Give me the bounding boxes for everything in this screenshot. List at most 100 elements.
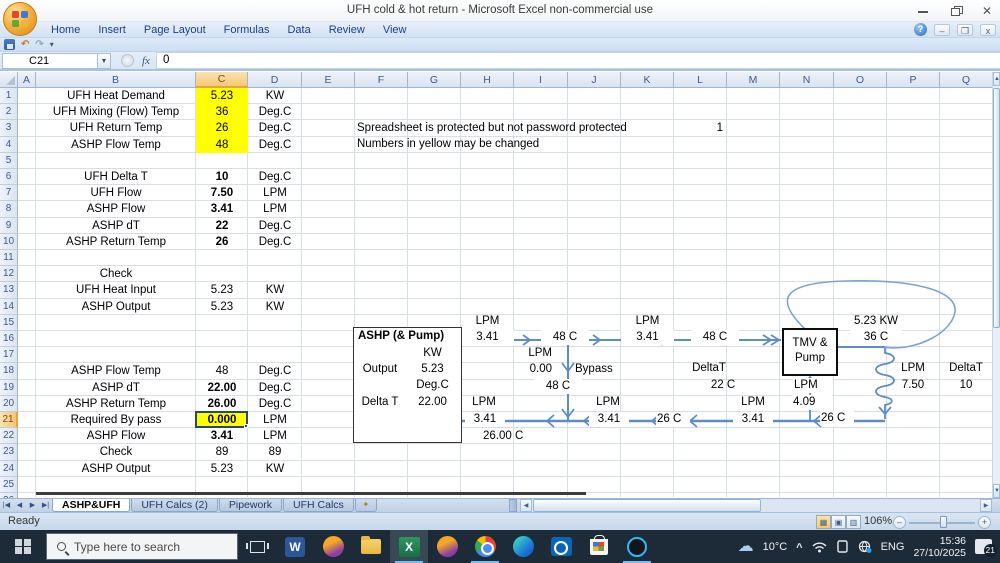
cell-D8[interactable]: LPM	[248, 201, 302, 217]
scroll-right-icon[interactable]: ▶	[980, 499, 992, 512]
ribbon-tab-insert[interactable]: Insert	[89, 22, 135, 38]
cell-B22[interactable]: ASHP Flow	[36, 428, 196, 444]
horizontal-scroll-thumb[interactable]	[533, 499, 761, 512]
column-header-D[interactable]: D	[248, 72, 302, 88]
store-button[interactable]	[580, 530, 618, 563]
sheet-tab-ashp-ufh[interactable]: ASHP&UFH	[52, 499, 131, 512]
normal-view-icon[interactable]: ▦	[816, 515, 831, 529]
chrome-button[interactable]	[466, 530, 504, 563]
edge-button[interactable]	[504, 530, 542, 563]
insert-worksheet-icon[interactable]: ✦	[354, 499, 377, 512]
page-layout-view-icon[interactable]: ▣	[831, 515, 846, 529]
notification-icon[interactable]: 21	[975, 539, 997, 557]
cell-B20[interactable]: ASHP Return Temp	[36, 396, 196, 412]
cell-B8[interactable]: ASHP Flow	[36, 201, 196, 217]
fill-handle[interactable]	[244, 424, 248, 429]
close-icon[interactable]: ✕	[980, 4, 994, 18]
scroll-up-icon[interactable]: ▲	[993, 72, 1000, 86]
privacy-browser2-button[interactable]	[428, 530, 466, 563]
cell-C18[interactable]: 48	[196, 363, 248, 379]
cell-C8[interactable]: 3.41	[196, 201, 248, 217]
column-header-C[interactable]: C	[196, 72, 248, 88]
cell-D4[interactable]: Deg.C	[248, 137, 302, 153]
cell-D24[interactable]: KW	[248, 461, 302, 477]
cell-B12[interactable]: Check	[36, 266, 196, 282]
word-button[interactable]: W	[276, 530, 314, 563]
start-button[interactable]	[0, 530, 46, 563]
cell-C9[interactable]: 22	[196, 218, 248, 234]
row-header-5[interactable]: 5	[0, 152, 18, 169]
column-header-E[interactable]: E	[302, 72, 355, 88]
column-header-A[interactable]: A	[18, 72, 36, 88]
cell-B13[interactable]: UFH Heat Input	[36, 282, 196, 298]
undo-icon[interactable]: ↶	[21, 39, 29, 51]
cell-B6[interactable]: UFH Delta T	[36, 169, 196, 185]
cell-D22[interactable]: LPM	[248, 428, 302, 444]
column-header-B[interactable]: B	[36, 72, 196, 88]
vertical-scroll-thumb[interactable]	[993, 88, 1000, 328]
row-header-24[interactable]: 24	[0, 460, 18, 477]
cell-C22[interactable]: 3.41	[196, 428, 248, 444]
ribbon-tab-formulas[interactable]: Formulas	[215, 22, 279, 38]
row-header-18[interactable]: 18	[0, 363, 18, 380]
cell-D14[interactable]: KW	[248, 299, 302, 315]
cell-D3[interactable]: Deg.C	[248, 120, 302, 136]
ribbon-tab-page-layout[interactable]: Page Layout	[135, 22, 215, 38]
zoom-level[interactable]: 106%	[864, 515, 892, 527]
cell-C24[interactable]: 5.23	[196, 461, 248, 477]
task-view-button[interactable]	[238, 530, 276, 563]
cell-D1[interactable]: KW	[248, 88, 302, 104]
row-header-1[interactable]: 1	[0, 88, 18, 105]
row-header-23[interactable]: 23	[0, 444, 18, 461]
prev-sheet-icon[interactable]: ◀	[13, 499, 26, 512]
select-all-corner[interactable]	[0, 72, 18, 88]
row-header-16[interactable]: 16	[0, 331, 18, 348]
row-header-15[interactable]: 15	[0, 314, 18, 331]
cell-B1[interactable]: UFH Heat Demand	[36, 88, 196, 104]
column-header-O[interactable]: O	[834, 72, 887, 88]
tab-splitter[interactable]	[509, 499, 517, 512]
excel-button[interactable]: X	[390, 530, 428, 563]
cell-C2[interactable]: 36	[196, 104, 248, 121]
cell-D2[interactable]: Deg.C	[248, 104, 302, 120]
column-header-K[interactable]: K	[621, 72, 674, 88]
row-header-7[interactable]: 7	[0, 185, 18, 202]
outlook-button[interactable]	[542, 530, 580, 563]
phone-link-icon[interactable]	[836, 540, 849, 553]
alexa-button[interactable]	[618, 530, 656, 563]
cell-D19[interactable]: Deg.C	[248, 380, 302, 396]
minimize-icon[interactable]	[916, 4, 930, 18]
column-header-M[interactable]: M	[727, 72, 780, 88]
clock[interactable]: 15:36 27/10/2025	[913, 535, 966, 559]
formula-input[interactable]: 0	[155, 52, 1000, 69]
help-icon[interactable]: ?	[914, 23, 927, 36]
column-header-N[interactable]: N	[780, 72, 834, 88]
cell-C13[interactable]: 5.23	[196, 282, 248, 298]
column-header-L[interactable]: L	[674, 72, 727, 88]
qat-customize-icon[interactable]: ▾	[50, 40, 54, 49]
file-explorer-button[interactable]	[352, 530, 390, 563]
vertical-scrollbar[interactable]: ▲ ▼	[992, 72, 1000, 498]
cell-D20[interactable]: Deg.C	[248, 396, 302, 412]
zoom-out-icon[interactable]: –	[893, 516, 906, 529]
cell-D9[interactable]: Deg.C	[248, 218, 302, 234]
cell-C7[interactable]: 7.50	[196, 185, 248, 201]
cell-C23[interactable]: 89	[196, 444, 248, 460]
cell-C1[interactable]: 5.23	[196, 88, 248, 105]
name-box[interactable]: C21	[2, 52, 98, 69]
row-header-21[interactable]: 21	[0, 412, 18, 429]
zoom-slider-thumb[interactable]	[940, 516, 947, 528]
cell-D7[interactable]: LPM	[248, 185, 302, 201]
ribbon-tab-review[interactable]: Review	[320, 22, 374, 38]
name-box-dropdown-icon[interactable]: ▼	[98, 52, 111, 69]
row-header-17[interactable]: 17	[0, 347, 18, 364]
cell-D21[interactable]: LPM	[248, 412, 302, 428]
row-header-14[interactable]: 14	[0, 298, 18, 315]
column-header-Q[interactable]: Q	[940, 72, 993, 88]
cell-B4[interactable]: ASHP Flow Temp	[36, 137, 196, 153]
row-header-25[interactable]: 25	[0, 476, 18, 493]
row-header-13[interactable]: 13	[0, 282, 18, 299]
workbook-restore-icon[interactable]: ❐	[957, 23, 973, 36]
cell-B2[interactable]: UFH Mixing (Flow) Temp	[36, 104, 196, 120]
taskbar-search-input[interactable]: Type here to search	[46, 533, 238, 560]
